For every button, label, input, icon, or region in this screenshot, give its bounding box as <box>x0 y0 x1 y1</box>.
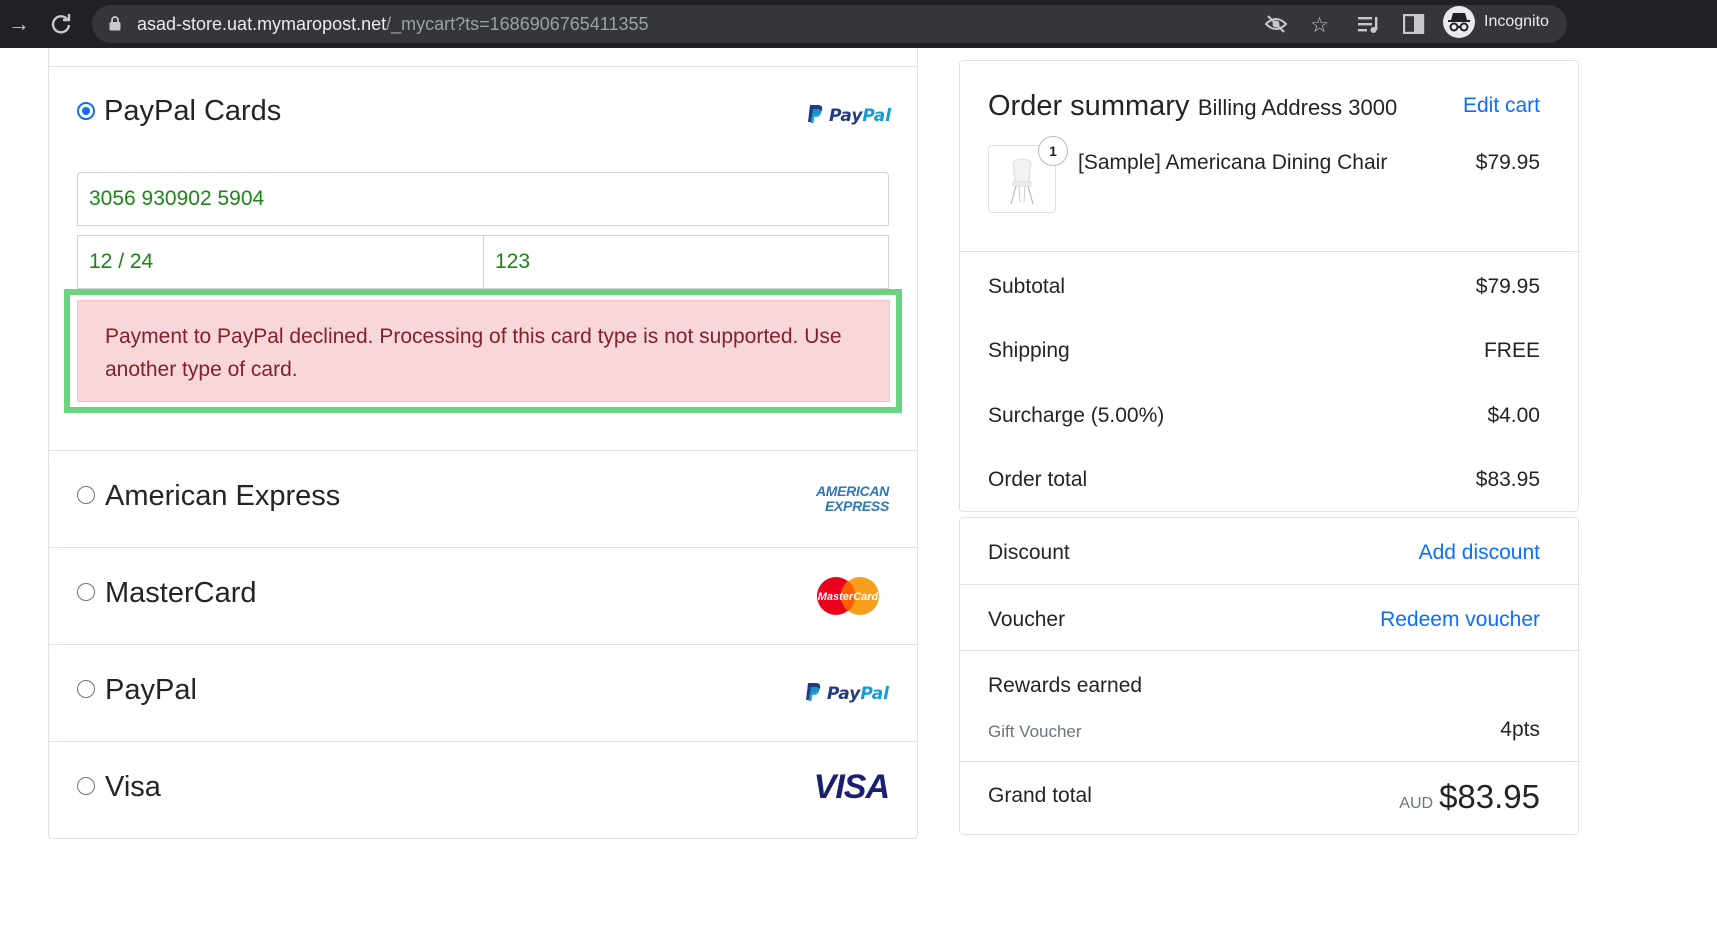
payment-method-paypal[interactable]: PayPal PayPal <box>49 644 917 741</box>
browser-toolbar: → asad-store.uat.mymaropost.net/_mycart?… <box>0 0 1717 48</box>
order-summary-title: Order summary <box>988 90 1190 122</box>
gift-voucher-points: 4pts <box>1500 718 1540 741</box>
lock-icon[interactable] <box>109 16 121 31</box>
paypal-logo: PayPal <box>807 104 891 126</box>
card-expiry-input[interactable]: 12 / 24 <box>77 235 484 289</box>
mastercard-logo: MasterCard <box>817 577 879 615</box>
tracking-protection-eye-icon[interactable] <box>1265 14 1287 34</box>
payment-method-visa[interactable]: Visa VISA <box>49 741 917 838</box>
order-summary-card: Order summary Billing Address 3000 Edit … <box>959 60 1580 512</box>
reload-icon[interactable] <box>47 10 75 38</box>
amex-logo-line-1: AMERICAN <box>815 483 889 499</box>
edit-cart-link[interactable]: Edit cart <box>1463 94 1540 118</box>
divider <box>960 584 1580 585</box>
discount-label: Discount <box>988 541 1070 564</box>
shipping-label: Shipping <box>988 339 1070 362</box>
url-path: /_mycart?ts=1686906765411355 <box>386 14 649 34</box>
rewards-earned-label: Rewards earned <box>988 674 1143 697</box>
url-host: asad-store.uat.mymaropost.net <box>137 14 387 34</box>
surcharge-label: Surcharge (5.00%) <box>988 404 1165 427</box>
amex-logo-line-2: EXPRESS <box>824 498 889 514</box>
payment-method-label[interactable]: Visa <box>105 771 161 804</box>
gift-voucher-label: Gift Voucher <box>988 722 1082 741</box>
reading-list-icon[interactable] <box>1358 10 1382 42</box>
payment-error-alert: Payment to PayPal declined. Processing o… <box>77 300 890 402</box>
shipping-value: FREE <box>1483 339 1540 362</box>
card-cvv-input[interactable]: 123 <box>483 235 889 289</box>
item-price: $79.95 <box>1475 151 1540 174</box>
order-total-label: Order total <box>988 468 1088 491</box>
grand-total-label: Grand total <box>988 784 1092 807</box>
radio-visa[interactable] <box>77 777 95 795</box>
voucher-label: Voucher <box>988 608 1066 631</box>
forward-icon[interactable]: → <box>5 10 33 38</box>
bookmark-star-icon[interactable]: ☆ <box>1310 13 1329 38</box>
order-summary-subtitle: Billing Address 3000 <box>1197 95 1398 120</box>
order-summary-heading: Order summary Billing Address 3000 <box>988 90 1397 123</box>
subtotal-value: $79.95 <box>1475 275 1540 298</box>
paypal-logo-text-pay: Pay <box>829 106 863 126</box>
payment-method-label[interactable]: MasterCard <box>105 577 257 610</box>
address-bar[interactable]: asad-store.uat.mymaropost.net/_mycart?ts… <box>92 5 1567 43</box>
payment-method-label[interactable]: PayPal Cards <box>104 95 281 128</box>
divider <box>960 251 1580 252</box>
add-discount-link[interactable]: Add discount <box>1419 541 1540 565</box>
visa-logo: VISA <box>813 768 890 806</box>
item-name: [Sample] Americana Dining Chair <box>1078 151 1388 174</box>
mastercard-logo-text: MasterCard <box>818 591 879 603</box>
paypal-logo-text-pal: Pal <box>862 106 892 126</box>
card-number-input[interactable]: 3056 930902 5904 <box>77 172 889 226</box>
payment-method-label[interactable]: PayPal <box>105 674 197 707</box>
redeem-voucher-link[interactable]: Redeem voucher <box>1380 608 1540 632</box>
url-text[interactable]: asad-store.uat.mymaropost.net/_mycart?ts… <box>137 5 649 43</box>
side-panel-icon[interactable] <box>1402 10 1425 42</box>
discounts-card: Discount Add discount Voucher Redeem vou… <box>959 517 1580 835</box>
divider <box>48 66 918 67</box>
grand-total: AUD $83.95 <box>1399 778 1540 816</box>
item-quantity-badge: 1 <box>1038 136 1068 166</box>
payment-method-mastercard[interactable]: MasterCard MasterCard <box>49 547 917 644</box>
payment-method-amex[interactable]: American Express AMERICAN EXPRESS <box>49 450 917 547</box>
divider <box>960 650 1580 651</box>
divider <box>960 761 1580 762</box>
surcharge-value: $4.00 <box>1487 404 1540 427</box>
paypal-logo-text-pay: Pay <box>826 684 861 704</box>
incognito-icon <box>1443 6 1475 38</box>
radio-paypal-cards[interactable] <box>77 102 95 120</box>
order-total-value: $83.95 <box>1475 468 1540 491</box>
paypal-logo: PayPal <box>805 682 889 704</box>
amex-logo: AMERICAN EXPRESS <box>816 484 889 514</box>
grand-total-value: $83.95 <box>1439 778 1540 815</box>
payment-method-label[interactable]: American Express <box>105 480 340 513</box>
radio-mastercard[interactable] <box>77 583 95 601</box>
radio-paypal[interactable] <box>77 680 95 698</box>
radio-amex[interactable] <box>77 486 95 504</box>
paypal-logo-text-pal: Pal <box>860 684 889 704</box>
currency-code: AUD <box>1399 795 1434 812</box>
subtotal-label: Subtotal <box>988 275 1066 298</box>
incognito-label: Incognito <box>1484 13 1549 30</box>
